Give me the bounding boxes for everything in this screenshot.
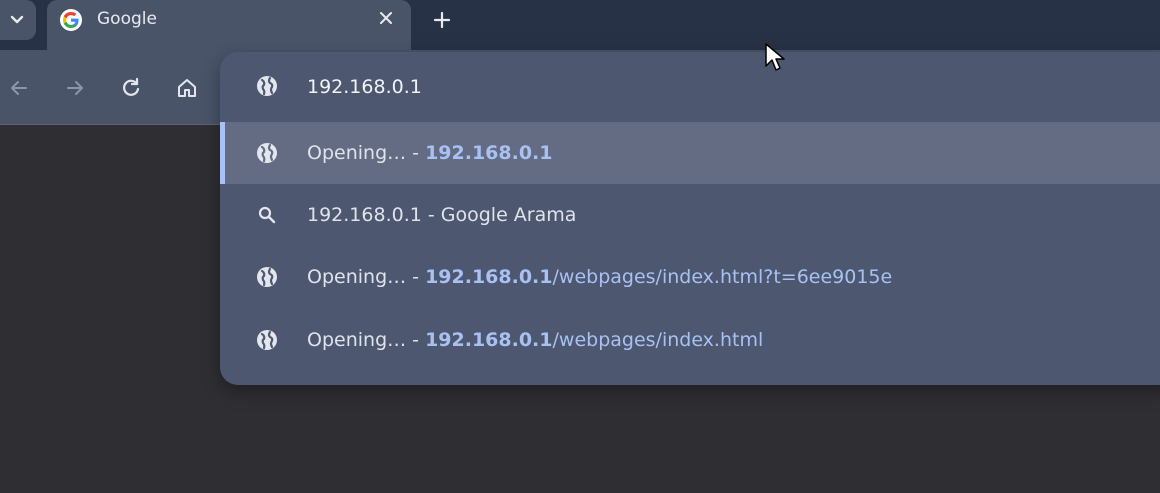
- mouse-cursor-icon: [765, 43, 785, 71]
- suggestion-url-host: 192.168.0.1: [425, 142, 553, 164]
- tab-close-button[interactable]: [376, 8, 396, 28]
- suggestion-url-host: 192.168.0.1: [425, 266, 553, 288]
- tab-title: Google: [97, 9, 157, 29]
- chevron-down-icon: [10, 15, 24, 24]
- globe-icon: [257, 267, 277, 287]
- globe-icon: [257, 76, 277, 96]
- suggestion-prefix: Opening… -: [307, 142, 426, 164]
- suggestion-prefix: Opening… -: [307, 329, 426, 351]
- suggestion-prefix: Opening… -: [307, 266, 426, 288]
- arrow-left-icon: [11, 81, 27, 95]
- plus-icon: [433, 11, 451, 29]
- back-button[interactable]: [6, 75, 32, 101]
- suggestion-url-path: /webpages/index.html?t=6ee9015e: [552, 266, 893, 288]
- suggestion-url-path: /webpages/index.html: [552, 329, 764, 351]
- home-button[interactable]: [174, 75, 200, 101]
- globe-icon: [257, 143, 277, 163]
- suggestion-item[interactable]: Opening… - 192.168.0.1/webpages/index.ht…: [220, 246, 1160, 308]
- google-logo-icon: [60, 9, 82, 31]
- new-tab-button[interactable]: [430, 8, 454, 32]
- omnibox-input-row: [220, 52, 1160, 122]
- suggestion-url-host: 192.168.0.1: [425, 329, 553, 351]
- suggestion-item[interactable]: 192.168.0.1 - Google Arama: [220, 184, 1160, 246]
- address-bar-input[interactable]: [307, 72, 907, 102]
- home-icon: [178, 79, 196, 97]
- suggestion-text: Opening… - 192.168.0.1/webpages/index.ht…: [307, 266, 892, 288]
- arrow-right-icon: [67, 81, 83, 95]
- reload-button[interactable]: [118, 75, 144, 101]
- suggestion-item[interactable]: Opening… - 192.168.0.1/webpages/index.ht…: [220, 309, 1160, 371]
- suggestion-text: 192.168.0.1 - Google Arama: [307, 204, 577, 226]
- reload-icon: [123, 77, 140, 96]
- suggestion-text: Opening… - 192.168.0.1/webpages/index.ht…: [307, 329, 763, 351]
- tab-strip: Google: [0, 0, 1160, 50]
- omnibox-dropdown: Opening… - 192.168.0.1 192.168.0.1 - Goo…: [220, 52, 1160, 385]
- close-icon: [380, 12, 392, 24]
- suggestion-item[interactable]: Opening… - 192.168.0.1: [220, 122, 1160, 184]
- search-icon: [258, 206, 276, 224]
- forward-button[interactable]: [62, 75, 88, 101]
- globe-icon: [257, 330, 277, 350]
- tab-google[interactable]: Google: [47, 0, 411, 50]
- tab-search-button[interactable]: [0, 0, 36, 40]
- suggestion-text: Opening… - 192.168.0.1: [307, 142, 553, 164]
